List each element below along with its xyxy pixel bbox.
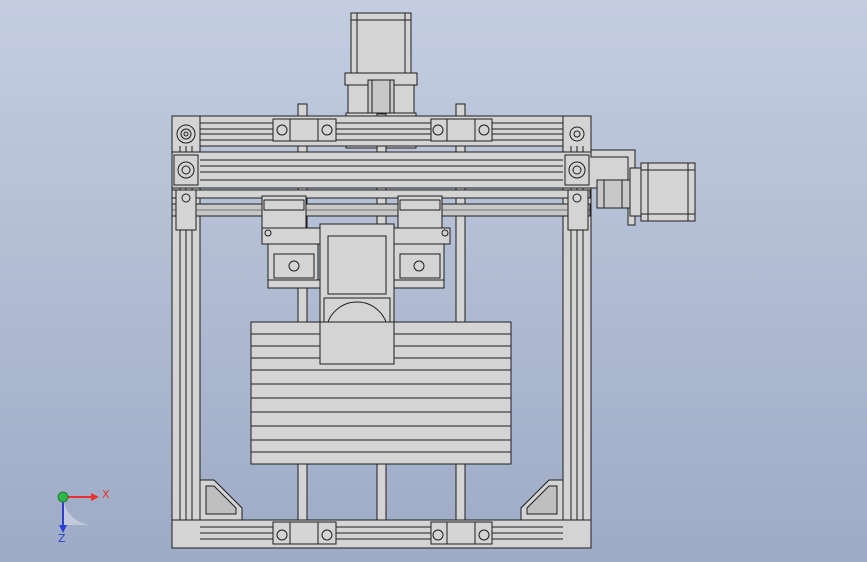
upper-cross-beam <box>171 151 636 189</box>
cad-viewport[interactable]: X Z <box>0 0 867 562</box>
worktable <box>250 321 512 465</box>
top-frame-rail <box>171 115 592 147</box>
y-axis-dot <box>57 491 69 503</box>
cnc-assembly-drawing: X Z <box>0 0 867 562</box>
bottom-frame-rail <box>171 519 592 549</box>
x-axis-label: X <box>102 488 110 501</box>
z-axis-label: Z <box>58 532 66 545</box>
